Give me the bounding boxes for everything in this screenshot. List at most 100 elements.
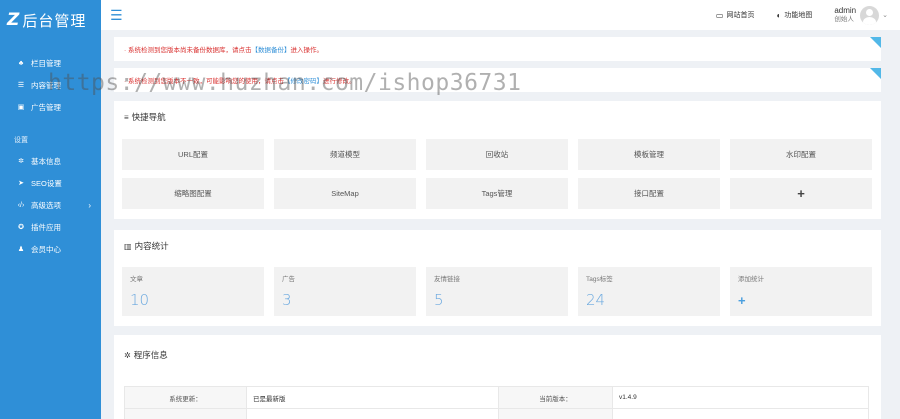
panel-title-text: 内容统计 (134, 241, 169, 251)
stats-panel: ▥ 内容统计 文章 10 广告 3 友情链接 5 Tags标签 24 添加统计 … (114, 230, 881, 326)
site-home-link[interactable]: ▭ 网站首页 (716, 10, 755, 20)
stat-card-tags[interactable]: Tags标签 24 (578, 267, 720, 316)
sidebar-item-content[interactable]: ☰ 内容管理 (0, 74, 101, 96)
notice-corner (870, 68, 881, 79)
table-cell-value (612, 408, 869, 419)
program-info-title: ✲ 程序信息 (114, 335, 881, 375)
panel-title-text: 程序信息 (133, 350, 168, 360)
feature-map-label: 功能地图 (784, 12, 813, 19)
code-icon: ‹/› (17, 201, 25, 209)
toggle-icon: ◐ (776, 10, 782, 20)
feature-map-link[interactable]: ◐ 功能地图 (776, 10, 812, 20)
stat-value: 3 (282, 291, 292, 309)
program-info-table: 系统更新： 已是最新版 当前版本： v1.4.9 (124, 386, 869, 419)
sidebar-item-label: 基本信息 (31, 156, 61, 166)
sidebar: Z 后台管理 ♣ 栏目管理 ☰ 内容管理 ▣ 广告管理 设置 ✲ 基本信息 ➤ … (0, 0, 101, 419)
quick-nav-panel: ≡ 快捷导航 URL配置 频道模型 回收站 模板管理 水印配置 缩略图配置 Si… (114, 101, 881, 219)
notice-text: 进入操作。 (290, 47, 323, 54)
menu-toggle-icon[interactable]: ☰ (110, 8, 123, 22)
version-notice: · 系统检测到您版本不一致，可能影响您的使用，请点击 【修改密码】 进行修改。 (114, 68, 881, 92)
monitor-icon: ▭ (715, 10, 724, 20)
backup-link[interactable]: 【数据备份】 (251, 44, 290, 54)
sidebar-item-label: 高级选项 (31, 200, 61, 210)
table-row (124, 408, 869, 419)
stat-label: Tags标签 (586, 276, 613, 283)
panel-title-text: 快捷导航 (131, 112, 166, 122)
stat-card-links[interactable]: 友情链接 5 (426, 267, 568, 316)
user-info: admin 创始人 (834, 6, 856, 24)
user-icon: ♟ (17, 246, 25, 253)
stat-label: 文章 (130, 276, 143, 283)
chevron-down-icon[interactable]: ⌄ (882, 11, 888, 19)
site-home-label: 网站首页 (726, 12, 755, 19)
gear-icon: ✲ (124, 350, 131, 360)
quick-nav-title: ≡ 快捷导航 (114, 101, 881, 133)
quick-nav-template[interactable]: 模板管理 (578, 139, 720, 170)
sidebar-nav: ♣ 栏目管理 ☰ 内容管理 ▣ 广告管理 (0, 52, 101, 118)
quick-nav-thumbnail[interactable]: 缩略图配置 (122, 178, 264, 209)
sidebar-item-basic-info[interactable]: ✲ 基本信息 (0, 150, 101, 172)
menu-icon: ≡ (124, 112, 129, 122)
sidebar-item-label: 插件应用 (31, 222, 61, 232)
quick-nav-grid: URL配置 频道模型 回收站 模板管理 水印配置 缩略图配置 SiteMap T… (122, 139, 872, 209)
logo-title: 后台管理 (22, 12, 87, 30)
table-cell-value: 已是最新版 (246, 386, 499, 409)
sidebar-item-label: SEO设置 (31, 178, 62, 188)
notice-text: · 系统检测到您版本尚未备份数据库，请点击 (124, 47, 252, 54)
user-menu[interactable]: admin 创始人 ⌄ (834, 5, 888, 25)
sidebar-settings-nav: ✲ 基本信息 ➤ SEO设置 ‹/› 高级选项 › ✪ 插件应用 ♟ 会员中心 (0, 150, 101, 260)
sidebar-item-ads[interactable]: ▣ 广告管理 (0, 96, 101, 118)
quick-nav-sitemap[interactable]: SiteMap (274, 178, 416, 209)
stat-label: 友情链接 (434, 276, 460, 283)
logo[interactable]: Z 后台管理 (0, 0, 101, 40)
stat-value: 24 (586, 291, 606, 309)
stat-label: 广告 (282, 276, 295, 283)
quick-nav-recycle-bin[interactable]: 回收站 (426, 139, 568, 170)
stat-card-articles[interactable]: 文章 10 (122, 267, 264, 316)
user-name: admin (834, 6, 857, 15)
sidebar-item-label: 广告管理 (31, 102, 61, 112)
chevron-right-icon: › (88, 200, 91, 210)
quick-nav-channel-model[interactable]: 频道模型 (274, 139, 416, 170)
image-icon: ▣ (17, 104, 25, 111)
table-cell-value: v1.4.9 (612, 386, 869, 409)
password-link[interactable]: 【修改密码】 (284, 75, 323, 85)
sidebar-item-seo[interactable]: ➤ SEO设置 (0, 172, 101, 194)
stat-card-ads[interactable]: 广告 3 (274, 267, 416, 316)
stat-card-add[interactable]: 添加统计 + (730, 267, 872, 316)
sidebar-item-advanced[interactable]: ‹/› 高级选项 › (0, 194, 101, 216)
backup-notice: · 系统检测到您版本尚未备份数据库，请点击 【数据备份】 进入操作。 (114, 37, 881, 61)
quick-nav-api[interactable]: 接口配置 (578, 178, 720, 209)
sidebar-item-label: 会员中心 (31, 244, 61, 254)
top-header: ☰ ▭ 网站首页 ◐ 功能地图 admin 创始人 ⌄ (101, 0, 900, 30)
table-cell-key: 系统更新： (124, 386, 247, 409)
sidebar-item-columns[interactable]: ♣ 栏目管理 (0, 52, 101, 74)
stats-title: ▥ 内容统计 (114, 230, 881, 262)
stat-value: 10 (130, 291, 150, 309)
sidebar-item-members[interactable]: ♟ 会员中心 (0, 238, 101, 260)
stat-label: 添加统计 (738, 276, 764, 283)
stat-value: 5 (434, 291, 444, 309)
notice-text: 进行修改。 (322, 78, 356, 85)
gear-icon: ✲ (18, 158, 24, 165)
plus-icon[interactable]: + (738, 293, 864, 308)
table-cell-key (124, 408, 247, 419)
quick-nav-tags[interactable]: Tags管理 (426, 178, 568, 209)
stats-grid: 文章 10 广告 3 友情链接 5 Tags标签 24 添加统计 + (122, 267, 872, 316)
user-role: 创始人 (834, 16, 854, 23)
table-cell-value (246, 408, 499, 419)
notice-corner (870, 37, 881, 48)
add-shortcut-button[interactable]: + (730, 178, 872, 209)
sidebar-item-label: 内容管理 (31, 80, 61, 90)
table-row: 系统更新： 已是最新版 当前版本： v1.4.9 (124, 386, 869, 409)
quick-nav-watermark[interactable]: 水印配置 (730, 139, 872, 170)
bar-chart-icon: ▥ (124, 241, 132, 251)
sidebar-item-plugins[interactable]: ✪ 插件应用 (0, 216, 101, 238)
logo-mark: Z (7, 10, 20, 30)
header-right: ▭ 网站首页 ◐ 功能地图 admin 创始人 ⌄ (716, 0, 900, 30)
quick-nav-url-config[interactable]: URL配置 (122, 139, 264, 170)
puzzle-icon: ✪ (18, 224, 24, 231)
avatar[interactable] (860, 5, 880, 25)
table-cell-key (498, 408, 613, 419)
list-icon: ☰ (17, 82, 25, 89)
